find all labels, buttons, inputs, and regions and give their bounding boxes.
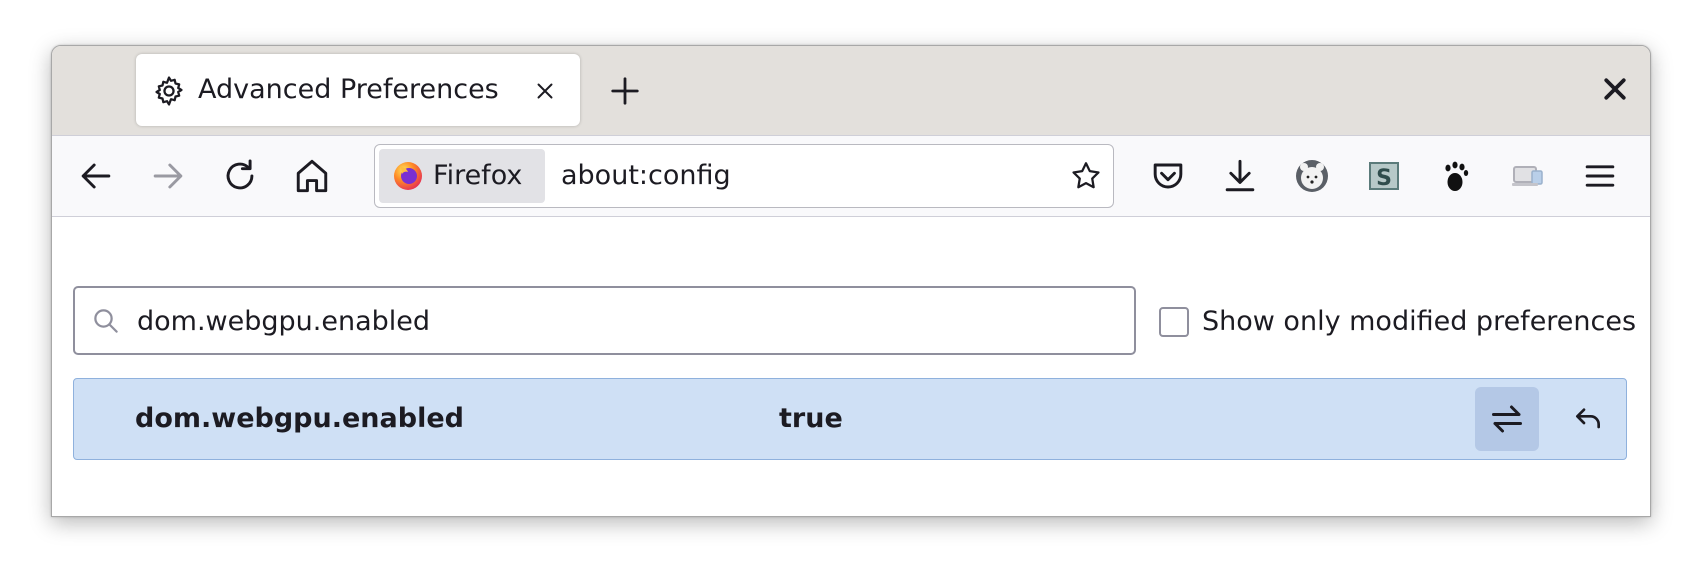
tab-strip: Advanced Preferences — [52, 46, 1650, 135]
gear-icon — [152, 74, 186, 108]
preference-name: dom.webgpu.enabled — [135, 403, 464, 434]
firefox-logo-icon — [393, 161, 423, 191]
identity-box[interactable]: Firefox — [379, 149, 545, 203]
tab-title: Advanced Preferences — [198, 74, 499, 105]
forward-button[interactable] — [146, 154, 190, 198]
preference-search-input[interactable] — [137, 296, 1117, 346]
gnome-extension-icon[interactable] — [1434, 154, 1478, 198]
screen-extension-icon[interactable] — [1506, 154, 1550, 198]
app-menu-button[interactable] — [1578, 154, 1622, 198]
toggle-button[interactable] — [1475, 387, 1539, 451]
reset-button[interactable] — [1556, 387, 1620, 451]
svg-text:S: S — [1376, 166, 1392, 191]
extension-s-icon[interactable]: S — [1362, 154, 1406, 198]
close-window-button[interactable] — [1600, 74, 1630, 104]
search-icon — [91, 306, 121, 336]
url-text[interactable]: about:config — [561, 145, 731, 207]
back-button[interactable] — [74, 154, 118, 198]
close-tab-icon[interactable] — [532, 78, 558, 104]
url-bar[interactable]: Firefox about:config — [374, 144, 1114, 208]
about-config-page: Show only modified preferences dom.webgp… — [52, 217, 1650, 516]
home-button[interactable] — [290, 154, 334, 198]
show-modified-checkbox[interactable] — [1159, 307, 1189, 337]
show-modified-label[interactable]: Show only modified preferences — [1202, 301, 1636, 343]
bookmark-star-icon[interactable] — [1069, 159, 1103, 193]
pocket-button[interactable] — [1146, 154, 1190, 198]
reload-button[interactable] — [218, 154, 262, 198]
browser-window: Advanced Preferences Firefox about:confi… — [51, 45, 1651, 517]
navigation-toolbar: Firefox about:config S — [52, 135, 1650, 217]
preference-search-box[interactable] — [73, 286, 1136, 355]
preference-value[interactable]: true — [779, 379, 843, 459]
tab-advanced-preferences[interactable]: Advanced Preferences — [136, 54, 580, 126]
preference-row[interactable]: dom.webgpu.enabled true — [73, 378, 1627, 460]
new-tab-button[interactable] — [604, 70, 646, 112]
account-avatar-icon[interactable] — [1290, 154, 1334, 198]
identity-label: Firefox — [433, 160, 523, 191]
downloads-button[interactable] — [1218, 154, 1262, 198]
